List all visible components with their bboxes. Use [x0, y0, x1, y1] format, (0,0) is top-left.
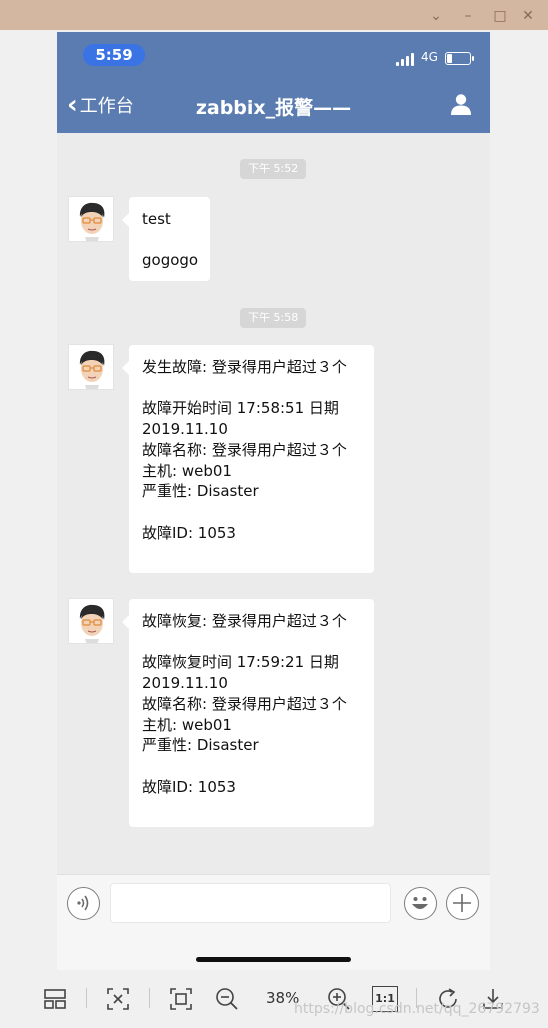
network-type: 4G	[421, 50, 438, 64]
window-titlebar: ⌄ – □ ✕	[0, 0, 548, 30]
user-profile-icon[interactable]	[449, 92, 473, 116]
avatar-face-icon	[69, 599, 113, 643]
emoji-button[interactable]	[404, 887, 437, 920]
home-indicator[interactable]	[196, 957, 351, 962]
message-line: 故障恢复时间 17:59:21 日期	[142, 653, 339, 672]
message-line: gogogo	[142, 251, 199, 270]
avatar-face-icon	[69, 197, 113, 241]
battery-level	[447, 54, 452, 63]
signal-icon	[396, 52, 418, 66]
message-line	[142, 632, 362, 653]
message-line: 主机: web01	[142, 715, 232, 734]
message-line	[142, 543, 362, 564]
message-line: 发生故障: 登录得用户超过３个	[142, 358, 347, 376]
message-input[interactable]	[110, 883, 391, 923]
chat-title: zabbix_报警——	[195, 97, 352, 119]
message-line: 严重性: Disaster	[142, 482, 259, 501]
message-line: 主机: web01	[142, 461, 232, 480]
message-line	[142, 502, 362, 523]
smiley-icon	[412, 897, 428, 909]
minimize-button[interactable]: –	[458, 6, 478, 26]
voice-input-button[interactable]	[67, 887, 100, 920]
viewer-toolbar: 38% 1:1 https://blog.csdn.net/qq_2679279…	[0, 972, 548, 1028]
chevron-down-icon[interactable]: ⌄	[426, 6, 446, 26]
message-line: 2019.11.10	[142, 420, 228, 439]
message-bubble[interactable]: test gogogo	[122, 197, 210, 281]
input-bar	[57, 874, 490, 970]
message-line: 2019.11.10	[142, 674, 228, 693]
close-button[interactable]: ✕	[518, 6, 538, 26]
status-bar: 5:59 4G	[57, 32, 490, 78]
nav-bar: ‹ 工作台 zabbix_报警——	[57, 78, 490, 133]
avatar[interactable]	[68, 196, 114, 242]
more-actions-button[interactable]	[446, 887, 479, 920]
message-line: 故障名称: 登录得用户超过３个	[142, 440, 347, 459]
avatar-face-icon	[69, 345, 113, 389]
message-line: 严重性: Disaster	[142, 736, 259, 755]
timestamp-chip: 下午 5:58	[240, 308, 307, 328]
toolbar-divider	[149, 988, 150, 1008]
message-bubble[interactable]: 故障恢复: 登录得用户超过３个 故障恢复时间 17:59:21 日期 2019.…	[122, 599, 374, 827]
status-time: 5:59	[83, 44, 145, 66]
message-line	[142, 378, 362, 399]
voice-icon	[77, 895, 89, 911]
message-line: test	[142, 210, 171, 228]
toolbar-divider	[86, 988, 87, 1008]
plus-icon	[453, 894, 471, 912]
avatar[interactable]	[68, 344, 114, 390]
zoom-out-icon[interactable]	[214, 986, 240, 1012]
timestamp-chip: 下午 5:52	[240, 159, 307, 179]
full-size-icon[interactable]	[168, 986, 194, 1012]
message-line: 故障名称: 登录得用户超过３个	[142, 694, 347, 713]
layout-icon[interactable]	[42, 986, 68, 1012]
phone-screen: 5:59 4G ‹ 工作台 zabbix_报警—— 下午 5:52 test g…	[57, 32, 490, 970]
message-bubble[interactable]: 发生故障: 登录得用户超过３个 故障开始时间 17:58:51 日期 2019.…	[122, 345, 374, 573]
battery-icon	[445, 52, 474, 65]
fit-to-screen-icon[interactable]	[105, 986, 131, 1012]
message-line	[142, 797, 362, 818]
maximize-button[interactable]: □	[490, 6, 510, 26]
message-line	[142, 230, 198, 251]
message-line	[142, 756, 362, 777]
message-line: 故障ID: 1053	[142, 523, 236, 542]
message-line: 故障ID: 1053	[142, 777, 236, 796]
message-line: 故障开始时间 17:58:51 日期	[142, 399, 339, 418]
avatar[interactable]	[68, 598, 114, 644]
watermark: https://blog.csdn.net/qq_26792793	[294, 1001, 540, 1017]
message-line: 故障恢复: 登录得用户超过３个	[142, 612, 347, 630]
